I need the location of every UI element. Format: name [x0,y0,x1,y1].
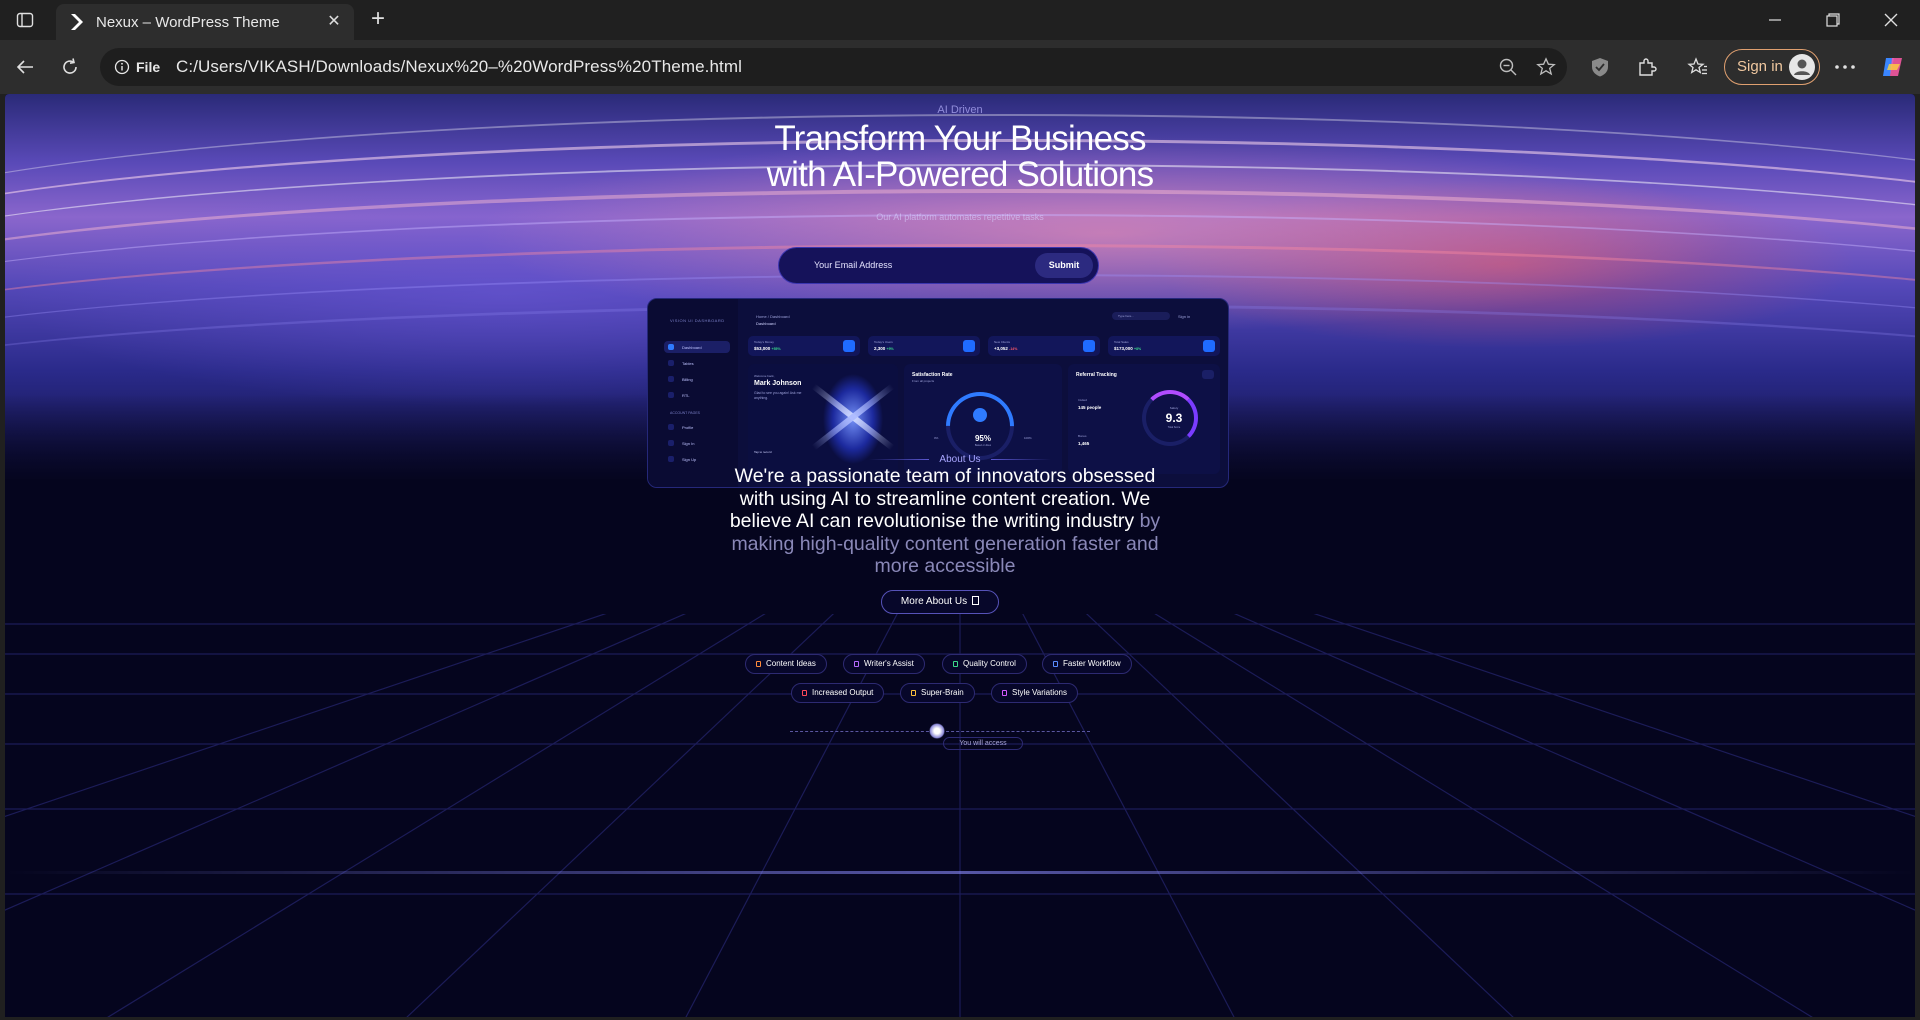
tab-strip: Nexux – WordPress Theme ✕ + [0,0,1920,40]
about-text: We're a passionate team of innovators ob… [715,465,1175,578]
stat-card: New Clients +3,052 -14% [988,336,1100,356]
favorites-icon[interactable] [1685,54,1711,80]
dashboard-nav-item: Tables [664,357,730,369]
email-input[interactable]: Your Email Address [814,260,892,270]
arrow-icon [972,596,980,605]
more-about-label: More About Us [900,596,968,607]
submit-button[interactable]: Submit [1035,253,1093,278]
info-icon [114,59,130,75]
close-window-button[interactable] [1862,0,1920,40]
dashboard-nav-item: Profile [664,421,730,433]
more-icon [1202,370,1214,379]
new-tab-button[interactable]: + [364,6,392,34]
stat-card: Today's Money $53,000 +55% [748,336,860,356]
hero-title-line-1: Transform Your Business [774,119,1146,158]
zoom-out-icon[interactable] [1498,57,1518,77]
dashboard-brand: VISION UI DASHBOARD [670,318,725,323]
more-options-icon[interactable] [1832,54,1858,80]
refresh-button[interactable] [55,52,85,82]
minimize-button[interactable] [1746,0,1804,40]
site-info-button[interactable]: File [108,55,168,79]
safety-score-value: 9.3 [1165,411,1183,425]
hero-subtitle: Our AI platform automates repetitive tas… [876,212,1044,222]
dashboard-title: Dashboard [756,321,776,326]
extensions-puzzle-icon[interactable] [1634,54,1660,80]
sign-in-button[interactable]: Sign in [1724,49,1820,85]
address-bar[interactable]: File C:/Users/VIKASH/Downloads/Nexux%20–… [100,48,1567,86]
browser-toolbar: File C:/Users/VIKASH/Downloads/Nexux%20–… [0,40,1920,94]
dashboard-section-label: ACCOUNT PAGES [670,411,701,415]
site-info-label: File [136,59,161,75]
restore-button[interactable] [1804,0,1862,40]
floor-glow-line [5,871,1915,874]
dashboard-search: Type here... [1112,312,1170,320]
feature-chip[interactable]: Faster Workflow [1042,654,1132,674]
satisfaction-value: 95% [974,434,991,443]
sign-in-label: Sign in [1737,58,1783,75]
feature-chip[interactable]: Super-Brain [900,683,975,703]
shield-extension-icon[interactable] [1587,54,1613,80]
more-about-button[interactable]: More About Us [881,590,999,614]
hero-eyebrow: AI Driven [937,104,983,116]
grid-floor-background [5,614,1915,1017]
tab-title: Nexux – WordPress Theme [96,14,280,31]
feature-chip[interactable]: Content Ideas [745,654,827,674]
access-label: You will access [943,737,1023,750]
favorite-star-icon[interactable] [1536,57,1556,77]
avatar-icon [1789,54,1815,80]
dashboard-breadcrumb: Home / Dashboard [756,314,790,319]
dashboard-nav-item: RTL [664,389,730,401]
about-text-bright: We're a passionate team of innovators ob… [729,465,1156,533]
email-signup-form: Your Email Address Submit [778,247,1099,284]
page-viewport: AI Driven Transform Your Business with A… [5,94,1915,1017]
close-tab-icon[interactable]: ✕ [324,12,344,32]
dashboard-nav-item: Sign In [664,437,730,449]
dashboard-nav-item: Billing [664,373,730,385]
feature-chip[interactable]: Quality Control [942,654,1027,674]
stat-card: Total Sales $173,000 +8% [1108,336,1220,356]
url-text[interactable]: C:/Users/VIKASH/Downloads/Nexux%20–%20Wo… [176,57,742,77]
welcome-name: Mark Johnson [754,380,802,387]
back-button[interactable] [10,52,40,82]
stat-card: Today's Users 2,300 +5% [868,336,980,356]
smile-icon [973,408,987,422]
dashboard-nav-item: Dashboard [664,341,730,353]
feature-chip[interactable]: Style Variations [991,683,1078,703]
dashboard-signin: Sign in [1178,314,1191,319]
about-label: About Us [5,454,1915,465]
tab-actions-icon[interactable] [8,6,42,34]
feature-chip[interactable]: Writer's Assist [843,654,925,674]
feature-chip[interactable]: Increased Output [791,683,885,703]
sparkle-icon [929,723,945,739]
hero-title-line-2: with AI-Powered Solutions [766,155,1154,194]
site-favicon-icon [68,13,86,31]
hero-title: Transform Your Business with AI-Powered … [5,121,1915,193]
copilot-icon[interactable] [1880,54,1906,80]
browser-window: Nexux – WordPress Theme ✕ + File C:/User… [0,0,1920,1020]
browser-tab[interactable]: Nexux – WordPress Theme ✕ [56,4,354,40]
